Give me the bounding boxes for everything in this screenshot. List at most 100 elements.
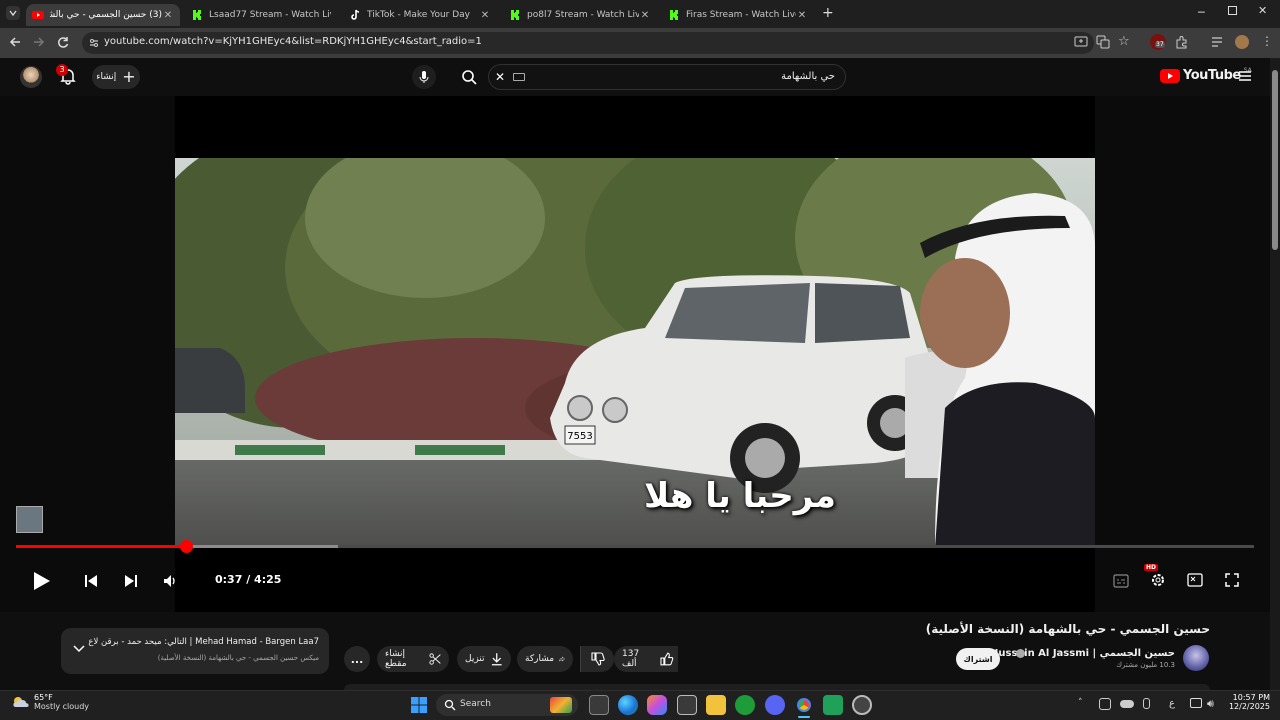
channel-avatar[interactable] bbox=[1183, 645, 1209, 671]
subtitles-icon bbox=[1113, 574, 1129, 588]
voice-search-button[interactable] bbox=[412, 65, 436, 89]
clear-search-icon[interactable]: ✕ bbox=[495, 70, 505, 84]
profile-avatar[interactable] bbox=[1235, 35, 1249, 49]
close-window-button[interactable]: ✕ bbox=[1258, 4, 1267, 17]
kick-icon bbox=[509, 9, 521, 21]
cloud-icon bbox=[13, 697, 29, 707]
clock[interactable]: 10:57 PM 12/2/2025 bbox=[1226, 693, 1270, 711]
notifications-button[interactable]: 3 bbox=[56, 64, 80, 88]
keyboard-icon[interactable] bbox=[513, 73, 525, 81]
extensions-puzzle-icon[interactable] bbox=[1175, 35, 1189, 49]
subtitles-button[interactable] bbox=[1113, 574, 1129, 588]
extension-badge-icon[interactable]: 37 bbox=[1150, 34, 1166, 50]
up-next-subtitle: ميكس حسين الجسمي - حي بالشهامة (النسخة ا… bbox=[157, 654, 319, 662]
tab-title: TikTok - Make Your Day bbox=[367, 10, 471, 20]
edge-icon[interactable] bbox=[618, 695, 638, 715]
microphone-tray-icon[interactable] bbox=[1143, 698, 1150, 709]
tab-title: po8l7 Stream - Watch Live on Kick bbox=[527, 10, 639, 20]
search-box[interactable]: ✕ حي بالشهامة bbox=[462, 64, 846, 90]
close-tab-icon[interactable]: ✕ bbox=[639, 10, 651, 21]
hd-badge: HD bbox=[1144, 564, 1159, 571]
tab-kick-lsaad77[interactable]: Lsaad77 Stream - Watch Live on Kick bbox=[185, 4, 337, 26]
xbox-icon[interactable] bbox=[735, 695, 755, 715]
bookmark-star-icon[interactable]: ☆ bbox=[1118, 34, 1130, 49]
more-actions-button[interactable]: ... bbox=[344, 646, 370, 672]
search-button[interactable] bbox=[461, 69, 477, 85]
arrow-left-icon bbox=[9, 37, 20, 47]
address-bar[interactable]: youtube.com/watch?v=KjYH1GHEyc4&list=RDK… bbox=[82, 32, 1094, 54]
chevron-down-icon bbox=[73, 645, 85, 653]
expand-up-next-button[interactable] bbox=[73, 645, 85, 653]
tab-kick-po8l7[interactable]: po8l7 Stream - Watch Live on Kick ✕ bbox=[503, 4, 657, 26]
site-info-icon[interactable] bbox=[88, 37, 100, 49]
download-button[interactable]: تنزيل bbox=[457, 646, 511, 672]
weather-text: 65°F Mostly cloudy bbox=[34, 693, 89, 711]
onedrive-icon[interactable] bbox=[1120, 700, 1134, 708]
mute-button[interactable] bbox=[162, 573, 178, 589]
user-avatar[interactable] bbox=[20, 66, 42, 88]
chrome-icon[interactable] bbox=[794, 695, 814, 715]
arrow-right-icon bbox=[34, 37, 45, 47]
next-button[interactable] bbox=[123, 573, 139, 589]
progress-scrubber-handle[interactable] bbox=[179, 540, 193, 553]
dislike-button[interactable] bbox=[580, 646, 614, 672]
settings-button[interactable]: HD bbox=[1144, 564, 1166, 588]
store-icon[interactable] bbox=[677, 695, 697, 715]
guide-menu-button[interactable] bbox=[1238, 70, 1252, 82]
forward-button[interactable] bbox=[32, 35, 46, 49]
show-hidden-icons-button[interactable]: ˄ bbox=[1078, 698, 1083, 708]
tab-youtube[interactable]: (3) حسين الجسمي - حي بالشهامة ✕ bbox=[26, 4, 180, 26]
share-label: مشاركة bbox=[525, 654, 555, 664]
weather-widget[interactable]: 65°F Mostly cloudy bbox=[12, 693, 89, 711]
up-next-panel[interactable]: التالي: ميحد حمد - برقن لاع | Mehad Hama… bbox=[61, 628, 329, 674]
translate-icon[interactable] bbox=[1096, 35, 1110, 49]
miniplayer-button[interactable] bbox=[1187, 573, 1203, 587]
reload-button[interactable] bbox=[56, 35, 70, 49]
play-button[interactable] bbox=[30, 570, 52, 592]
browser-menu-icon[interactable]: ⋮ bbox=[1261, 34, 1273, 48]
file-explorer-icon[interactable] bbox=[706, 695, 726, 715]
tiktok-icon bbox=[349, 9, 361, 21]
minimize-button[interactable]: ─ bbox=[1198, 6, 1205, 19]
close-tab-icon[interactable]: ✕ bbox=[796, 10, 808, 21]
close-tab-icon[interactable]: ✕ bbox=[479, 10, 491, 21]
start-button[interactable] bbox=[411, 697, 427, 713]
speaker-icon[interactable]: 🔊︎ bbox=[1207, 697, 1214, 711]
keyboard-language[interactable]: ع bbox=[1169, 698, 1175, 709]
scissors-icon bbox=[429, 653, 441, 665]
close-tab-icon[interactable]: ✕ bbox=[162, 10, 174, 21]
new-tab-button[interactable]: + bbox=[822, 5, 834, 21]
scrollbar-thumb[interactable] bbox=[1272, 70, 1278, 250]
network-app-icon[interactable] bbox=[1099, 698, 1111, 710]
tab-kick-firas[interactable]: Firas Stream - Watch Live on Kick ✕ bbox=[662, 4, 814, 26]
back-button[interactable] bbox=[8, 35, 22, 49]
taskbar-search-label: Search bbox=[460, 699, 491, 709]
subscribe-button[interactable]: اشتراك bbox=[956, 648, 1000, 670]
green-app-icon[interactable] bbox=[823, 695, 843, 715]
up-next-title: التالي: ميحد حمد - برقن لاع | Mehad Hama… bbox=[88, 637, 319, 647]
settings-app-icon[interactable] bbox=[852, 695, 872, 715]
maximize-button[interactable] bbox=[1228, 6, 1237, 15]
tab-title: Lsaad77 Stream - Watch Live on Kick bbox=[209, 10, 331, 20]
clip-button[interactable]: إنشاء مقطع bbox=[377, 646, 449, 672]
search-input[interactable]: حي بالشهامة bbox=[781, 71, 835, 82]
wifi-icon[interactable] bbox=[1190, 698, 1202, 708]
tab-title: Firas Stream - Watch Live on Kick bbox=[686, 10, 796, 20]
discord-icon[interactable] bbox=[765, 695, 785, 715]
video-title: حسين الجسمي - حي بالشهامة (النسخة الأصلي… bbox=[925, 622, 1210, 636]
fullscreen-button[interactable] bbox=[1225, 573, 1239, 587]
tab-search-button[interactable] bbox=[6, 6, 20, 20]
skip-next-icon bbox=[125, 575, 137, 587]
copilot-icon[interactable] bbox=[647, 695, 667, 715]
taskbar-search[interactable]: Search bbox=[436, 694, 578, 716]
kick-icon bbox=[191, 9, 203, 21]
create-button[interactable]: إنشاء + bbox=[92, 65, 140, 89]
previous-button[interactable] bbox=[83, 573, 99, 589]
tab-tiktok[interactable]: TikTok - Make Your Day ✕ bbox=[343, 4, 497, 26]
task-view-icon[interactable] bbox=[589, 695, 609, 715]
cast-icon[interactable] bbox=[1074, 35, 1088, 49]
share-button[interactable]: مشاركة bbox=[517, 646, 573, 672]
reading-list-icon[interactable] bbox=[1210, 35, 1224, 49]
like-button[interactable]: 137 ألف bbox=[614, 646, 678, 672]
chapter-thumbnail[interactable] bbox=[16, 506, 43, 533]
